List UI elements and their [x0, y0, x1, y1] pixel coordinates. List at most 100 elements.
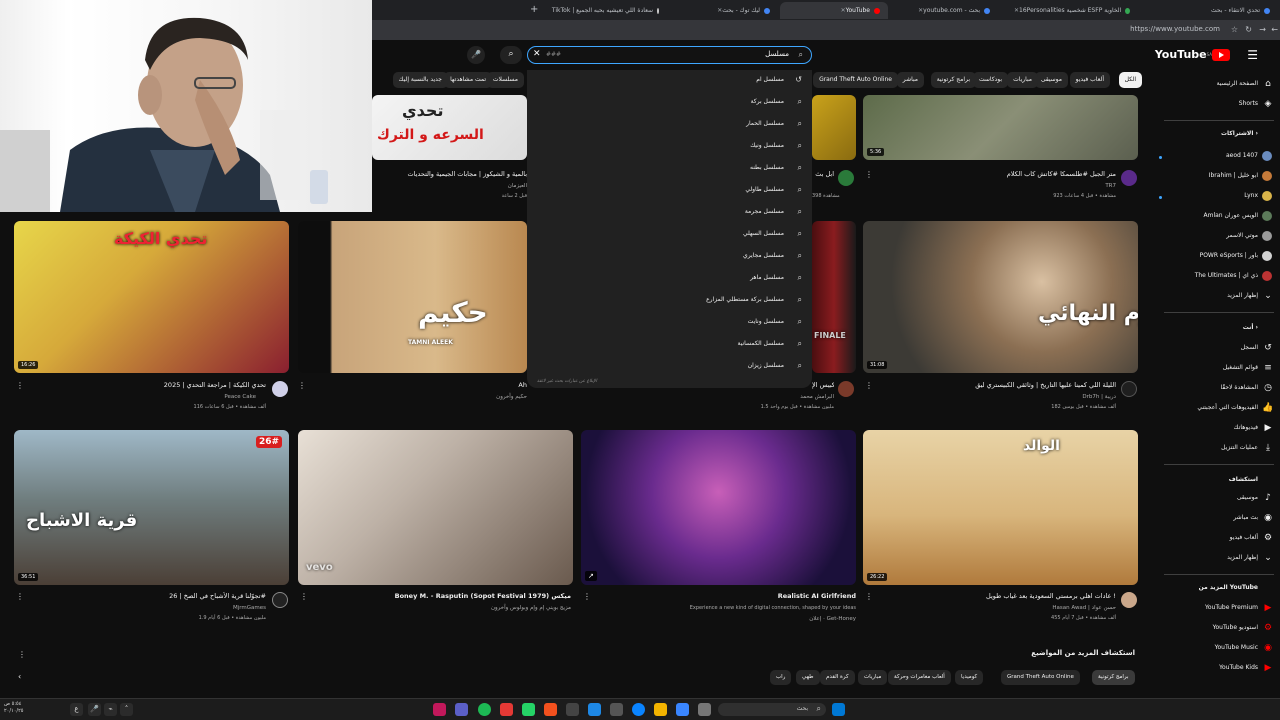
sidebar-item-gaming[interactable]: ألعاب فيديو: [1230, 534, 1258, 541]
app-icon[interactable]: [610, 703, 623, 716]
more-options-icon[interactable]: ⋮: [865, 381, 873, 390]
video-thumbnail[interactable]: ↗: [581, 430, 856, 585]
sidebar-item-liked[interactable]: الفيديوهات التي أعجبتني: [1197, 404, 1258, 411]
whatsapp-icon[interactable]: [522, 703, 535, 716]
app-icon[interactable]: [698, 703, 711, 716]
mic-icon[interactable]: 🎤: [467, 46, 485, 64]
video-title[interactable]: تحدي الكيكة | مراجعة التحدي | 2025: [30, 381, 266, 389]
chip[interactable]: برامج كرتونية: [930, 72, 976, 88]
channel-avatar[interactable]: [1121, 592, 1137, 608]
sidebar-item-shorts[interactable]: Shorts: [1239, 100, 1258, 107]
forward-icon[interactable]: →: [1259, 25, 1266, 34]
video-thumbnail[interactable]: FINALE: [812, 221, 856, 373]
video-thumbnail[interactable]: [812, 95, 856, 160]
app-icon[interactable]: [566, 703, 579, 716]
sidebar-item-downloads[interactable]: عمليات التنزيل: [1221, 444, 1258, 451]
video-thumbnail[interactable]: 5:36: [863, 95, 1138, 160]
channel-name[interactable]: البرامش محمد: [760, 394, 834, 400]
more-options-icon[interactable]: ⋮: [865, 592, 873, 601]
video-thumbnail[interactable]: الوالد 26:22: [863, 430, 1138, 585]
channel-name[interactable]: Drb7h | دريبة: [880, 394, 1116, 400]
suggestion-item[interactable]: مسلسل بركة ⌕: [527, 92, 812, 114]
browser-tab-active[interactable]: ✕ YouTube: [780, 2, 888, 19]
suggestion-item[interactable]: مسلسل زيزان ⌕: [527, 356, 812, 378]
more-options-icon[interactable]: ⋮: [300, 592, 308, 601]
more-options-icon[interactable]: ⋮: [298, 381, 306, 390]
topic-chip[interactable]: ألعاب مغامرات وحركة: [888, 670, 951, 685]
sidebar-subscription[interactable]: Ibrahim | ابو خليل: [1209, 172, 1258, 179]
topic-chip[interactable]: مباريات: [858, 670, 888, 685]
taskbar-search[interactable]: بحث ⌕: [718, 703, 826, 716]
chip-all[interactable]: الكل: [1118, 72, 1142, 88]
suggestion-item[interactable]: مسلسل بطنه ⌕: [527, 158, 812, 180]
chip[interactable]: مباريات: [1007, 72, 1038, 88]
spotify-icon[interactable]: [478, 703, 491, 716]
browser-tab[interactable]: TikTok | سعادة اللي تعيشيه بحبه الجميع: [545, 2, 667, 19]
channel-name[interactable]: Peace Cake: [30, 394, 256, 400]
video-title[interactable]: الليلة اللي كمينا عليها التاريخ | وثائقي…: [880, 381, 1116, 389]
video-thumbnail[interactable]: تحدي الكيكة 16:26: [14, 221, 289, 373]
more-options-icon[interactable]: ⋮: [16, 381, 24, 390]
app-icon[interactable]: [676, 703, 689, 716]
video-title[interactable]: Ah: [500, 381, 527, 389]
more-options-icon[interactable]: ⋮: [18, 650, 26, 659]
video-thumbnail[interactable]: قرية الاشباح 26# 36:51: [14, 430, 289, 585]
video-thumbnail[interactable]: اليوم النهائي 31:08: [863, 221, 1138, 373]
video-title[interactable]: بالمية و الشيكوز | مجابات الجيمية والتحد…: [372, 170, 527, 178]
video-title[interactable]: عادات اهلي برمستي السعودية بعد غياب طويل…: [880, 592, 1116, 600]
sidebar-show-more[interactable]: إظهار المزيد: [1227, 554, 1258, 561]
sidebar-item-history[interactable]: السجل: [1241, 344, 1258, 351]
chip[interactable]: جديد بالنسبة إليك: [392, 72, 448, 88]
app-icon[interactable]: [588, 703, 601, 716]
browser-tab[interactable]: ✕ 16Personalities شخصية ESFP الخاوية: [1000, 2, 1138, 19]
bookmark-star-icon[interactable]: ☆: [1231, 25, 1238, 34]
topic-chip[interactable]: كوميديا: [955, 670, 984, 685]
channel-avatar[interactable]: [272, 381, 288, 397]
channel-avatar[interactable]: [838, 381, 854, 397]
sidebar-item-your-videos[interactable]: فيديوهاتك: [1234, 424, 1258, 431]
suggestion-item[interactable]: مسلسل ام ↺: [527, 70, 812, 92]
app-icon[interactable]: [544, 703, 557, 716]
file-explorer-icon[interactable]: [654, 703, 667, 716]
sidebar-item-watch-later[interactable]: المشاهدة لاحقًا: [1220, 384, 1258, 391]
channel-name[interactable]: MjrmGames: [30, 605, 266, 611]
suggestion-item[interactable]: مسلسل الحمار ⌕: [527, 114, 812, 136]
url-field[interactable]: https://www.youtube.com: [1130, 25, 1220, 33]
sidebar-item-premium[interactable]: YouTube Premium: [1205, 604, 1258, 611]
sidebar-show-more[interactable]: إظهار المزيد: [1227, 292, 1258, 299]
sidebar-subscription[interactable]: aeod 1407: [1226, 152, 1258, 159]
channel-name[interactable]: TR7: [880, 183, 1116, 189]
sidebar-item-playlists[interactable]: قوائم التشغيل: [1223, 364, 1258, 371]
sidebar-item-live[interactable]: بث مباشر: [1233, 514, 1258, 521]
search-button[interactable]: ⌕: [500, 46, 522, 64]
video-thumbnail[interactable]: تحدي السرعه و الترك: [372, 95, 527, 160]
chevron-left-icon[interactable]: ‹: [18, 672, 21, 681]
video-title[interactable]: تجوّلنا قرية الأشباح في الصخ | 26#: [30, 592, 266, 600]
channel-name[interactable]: العيزمان: [372, 183, 527, 189]
ad-channel[interactable]: إعلان · Get-Honey: [600, 616, 856, 622]
microphone-icon[interactable]: 🎤: [88, 703, 101, 716]
video-thumbnail[interactable]: حكيم TAMNI ALEEK: [298, 221, 527, 373]
network-icon[interactable]: ⌁: [104, 703, 117, 716]
channel-avatar[interactable]: [272, 592, 288, 608]
topic-chip[interactable]: كرة القدم: [820, 670, 855, 685]
sidebar-subscription[interactable]: موتي الاسمر: [1226, 232, 1258, 239]
sidebar-subscription[interactable]: Amlan الويس عوران: [1204, 212, 1259, 219]
video-title[interactable]: Realistic AI Girlfriend: [600, 592, 856, 600]
suggestion-item[interactable]: مسلسل السهلي ⌕: [527, 224, 812, 246]
channel-avatar[interactable]: [838, 170, 854, 186]
chip[interactable]: Grand Theft Auto Online: [813, 72, 898, 88]
chevron-up-icon[interactable]: ˄: [120, 703, 133, 716]
topic-chip[interactable]: راب: [770, 670, 792, 685]
video-thumbnail[interactable]: vevo: [298, 430, 573, 585]
sidebar-subscription[interactable]: Lynx: [1244, 192, 1258, 199]
chip[interactable]: مسلسلات: [486, 72, 524, 88]
subscriptions-heading[interactable]: الاشتراكات ›: [1221, 130, 1258, 137]
browser-tab[interactable]: تحدي الانتقاء - بحث: [1140, 2, 1278, 19]
video-title[interactable]: كبيس الإ: [812, 381, 834, 389]
youtube-logo[interactable]: YouTube SA: [1155, 48, 1232, 61]
more-options-icon[interactable]: ⋮: [583, 592, 591, 601]
suggestion-item[interactable]: مسلسل الكمسانية ⌕: [527, 334, 812, 356]
topic-chip[interactable]: برامج كرتونية: [1092, 670, 1135, 685]
app-icon[interactable]: [500, 703, 513, 716]
